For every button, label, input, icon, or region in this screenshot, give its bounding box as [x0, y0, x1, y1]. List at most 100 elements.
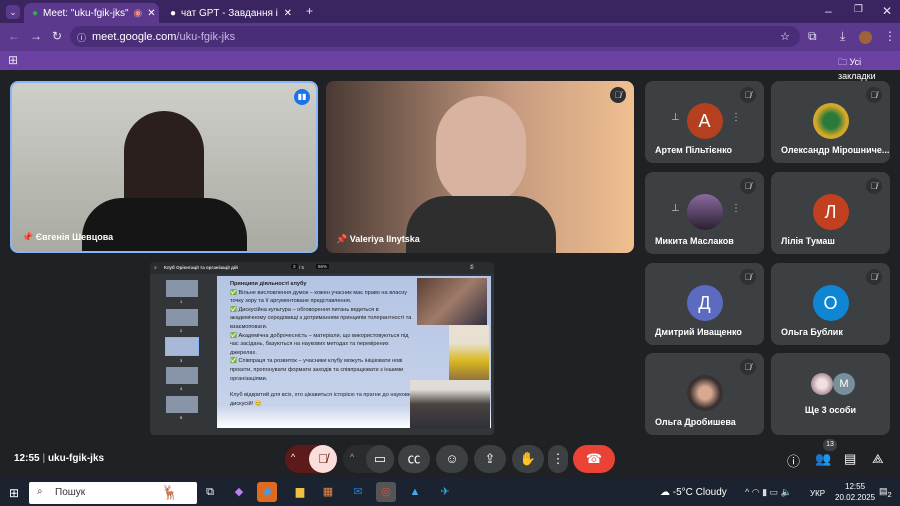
pin-icon[interactable]: ⊥	[671, 112, 680, 123]
file-explorer-icon[interactable]: ▆	[290, 482, 310, 502]
weather[interactable]: ☁ -5°C Cloudy	[660, 487, 727, 498]
forward-button[interactable]: →	[30, 30, 42, 42]
thumbnail-2[interactable]	[166, 309, 198, 326]
muted-mic-icon: 🎙̸	[866, 87, 882, 103]
tab-meet[interactable]: ● Meet: "uku-fgik-jks" ◉ ✕	[24, 3, 159, 23]
participant-count-badge: 13	[823, 439, 837, 451]
avatar	[811, 373, 833, 395]
slide: Принципи діяльності клубу ✅ Вільне висло…	[217, 276, 491, 428]
tab-chatgpt[interactable]: ● чат GPT - Завдання і допомога ✕	[162, 3, 300, 23]
participant-tile[interactable]: 🎙̸ О Ольга Бублик	[771, 263, 890, 345]
present-screen-button[interactable]: ⇪	[474, 445, 506, 473]
outlook-icon[interactable]: ✉	[348, 482, 368, 502]
all-bookmarks[interactable]: 🗀 Усі закладки	[838, 55, 900, 81]
more-options-icon[interactable]: ⋮	[731, 203, 741, 214]
audio-options-chevron[interactable]: ^	[291, 452, 295, 462]
menu-icon[interactable]: ⋮	[884, 30, 896, 42]
thumbnail-panel: 1 2 3 4 5	[150, 274, 216, 435]
slide-text: Принципи діяльності клубу ✅ Вільне висло…	[230, 281, 414, 407]
pin-icon[interactable]: 📌	[22, 232, 33, 242]
taskbar-search[interactable]: ⌕ Пошук 🦌	[29, 482, 197, 504]
pdf-toolbar: ≡ Клуб Орієнтації та організації дій 3 /…	[150, 262, 494, 274]
sidebar-menu-icon[interactable]: ≡	[154, 265, 157, 270]
muted-mic-icon: 🎙̸	[866, 178, 882, 194]
video-tile-speaker[interactable]: ▮▮ 📌 Євгенія Шевцова	[10, 81, 318, 253]
slide-photo-audience	[410, 380, 490, 428]
thumbnail-4[interactable]	[166, 367, 198, 384]
extensions-icon[interactable]: ⧉	[808, 30, 817, 42]
participant-body	[82, 198, 247, 251]
deer-illustration-icon: 🦌	[161, 484, 179, 500]
address-bar[interactable]: ⓘ meet.google.com/uku-fgik-jks ☆	[70, 26, 800, 47]
reload-button[interactable]: ↻	[52, 30, 62, 42]
presentation-tile[interactable]: ≡ Клуб Орієнтації та організації дій 3 /…	[150, 262, 494, 435]
end-call-button[interactable]: ☎	[573, 445, 615, 473]
print-icon[interactable]: ⎙	[470, 264, 474, 269]
close-window-button[interactable]: ✕	[882, 5, 892, 17]
task-view-icon[interactable]: ⧉	[200, 482, 220, 502]
meeting-details-icon[interactable]: ⓘ	[787, 451, 800, 470]
participant-tile[interactable]: 🎙̸ Олександр Мірошниче...	[771, 81, 890, 163]
participant-tile[interactable]: 🎙̸ ⊥ ⋮ Микита Маслаков	[645, 172, 764, 254]
language-indicator[interactable]: УКР	[810, 489, 825, 498]
microphone-toggle-button[interactable]: 🎙̸	[309, 445, 337, 473]
photos-icon[interactable]: ▲	[405, 482, 425, 502]
avatar: M	[833, 373, 855, 395]
back-button[interactable]: ←	[8, 30, 20, 42]
video-options-chevron[interactable]: ^	[350, 452, 354, 462]
pin-icon[interactable]: 📌	[336, 234, 347, 244]
tab-search-button[interactable]: ⌄	[6, 5, 20, 19]
edge-icon[interactable]: ◉	[257, 482, 277, 502]
thumbnail-1[interactable]	[166, 280, 198, 297]
avatar	[686, 375, 723, 411]
chat-icon[interactable]: ▤	[844, 451, 856, 467]
apps-icon[interactable]: ⊞	[8, 54, 18, 66]
muted-mic-icon: 🎙̸	[740, 178, 756, 194]
slide-photo-student	[449, 325, 489, 385]
close-tab-icon[interactable]: ✕	[284, 8, 292, 19]
participant-video	[124, 111, 204, 211]
muted-mic-icon: 🎙̸	[740, 269, 756, 285]
activities-icon[interactable]: ⟁	[872, 451, 884, 467]
meeting-info: 12:55 | uku-fgik-jks	[14, 453, 105, 464]
system-tray-icons[interactable]: ^ ◠ ▮ ▭ 🔈	[745, 487, 792, 498]
bookmark-star-icon[interactable]: ☆	[780, 30, 790, 43]
close-tab-icon[interactable]: ✕	[147, 8, 155, 19]
avatar: Л	[812, 194, 849, 230]
notifications-icon[interactable]: ▤2	[879, 486, 892, 499]
chrome-icon[interactable]: ◎	[376, 482, 396, 502]
pin-icon[interactable]: ⊥	[671, 203, 680, 214]
thumbnail-3[interactable]	[165, 337, 199, 356]
participant-tile[interactable]: 🎙̸ А ⊥ ⋮ Артем Пільтієнко	[645, 81, 764, 163]
avatar: Д	[686, 285, 723, 321]
thumbnail-5[interactable]	[166, 396, 198, 413]
captions-button[interactable]: ㏄	[398, 445, 430, 473]
copilot-icon[interactable]: ◆	[229, 482, 249, 502]
site-info-icon[interactable]: ⓘ	[77, 31, 86, 44]
windows-start-icon[interactable]: ⊞	[9, 486, 19, 500]
muted-mic-icon: 🎙̸	[610, 87, 626, 103]
participant-tile[interactable]: 🎙̸ Л Лілія Тумаш	[771, 172, 890, 254]
minimize-button[interactable]: –	[825, 5, 832, 17]
muted-mic-icon: 🎙̸	[740, 87, 756, 103]
new-tab-button[interactable]: +	[306, 5, 313, 17]
store-icon[interactable]: ▦	[318, 482, 338, 502]
profile-avatar[interactable]	[859, 31, 872, 44]
clock[interactable]: 12:55 20.02.2025	[835, 481, 875, 503]
download-icon[interactable]: ⤓	[840, 30, 845, 42]
emoji-reaction-button[interactable]: ☺	[436, 445, 468, 473]
maximize-button[interactable]: ❐	[854, 5, 863, 15]
recording-icon: ◉	[133, 7, 143, 19]
people-icon[interactable]: 👥	[815, 451, 831, 467]
slide-photo-students	[417, 278, 487, 325]
participant-video	[436, 96, 526, 206]
participant-tile[interactable]: 🎙̸ Д Дмитрий Иващенко	[645, 263, 764, 345]
more-options-icon[interactable]: ⋮	[731, 112, 741, 123]
camera-toggle-button[interactable]: ▭	[366, 445, 394, 473]
telegram-icon[interactable]: ✈	[435, 482, 455, 502]
more-participants-tile[interactable]: M Ще 3 особи	[771, 353, 890, 435]
raise-hand-button[interactable]: ✋	[512, 445, 544, 473]
video-tile-valeriya[interactable]: 🎙̸ 📌 Valeriya Ilnytska	[326, 81, 634, 253]
participant-tile[interactable]: 🎙̸ Ольга Дробишева	[645, 353, 764, 435]
more-options-button[interactable]: ⋮	[548, 445, 568, 473]
